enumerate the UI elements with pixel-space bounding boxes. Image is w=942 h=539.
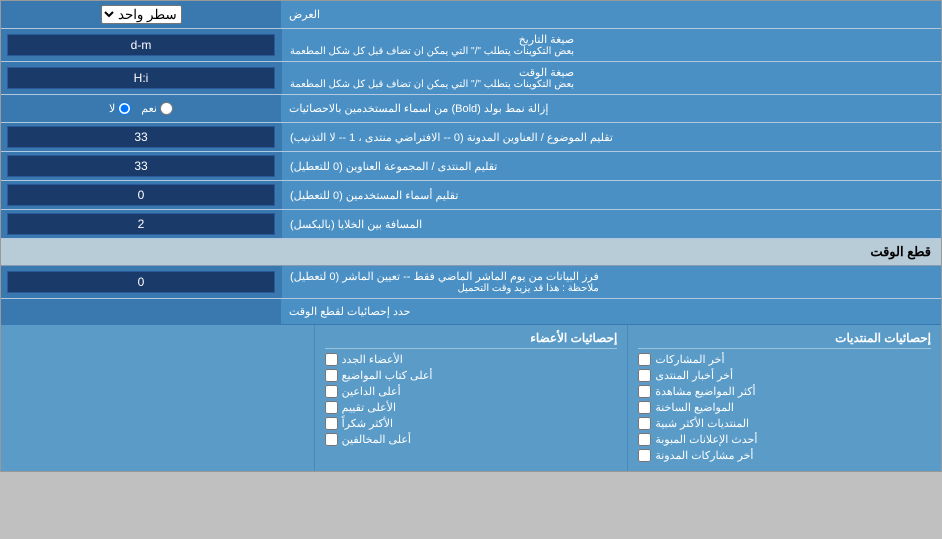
checkbox-last-posts[interactable] bbox=[638, 353, 651, 366]
col3-container bbox=[1, 325, 314, 471]
date-format-label: صيغة التاريخ بعض التكوينات يتطلب "/" الت… bbox=[281, 29, 941, 61]
topics-header-field[interactable] bbox=[7, 126, 275, 148]
topics-header-label: تقليم الموضوع / العناوين المدونة (0 -- ا… bbox=[281, 123, 941, 151]
checkbox-top-inviters[interactable] bbox=[325, 385, 338, 398]
list-item: المواضيع الساخنة bbox=[638, 401, 931, 414]
list-item: الأكثر شكراً bbox=[325, 417, 618, 430]
bold-no-radio[interactable] bbox=[118, 102, 131, 115]
list-item: أعلى كتاب المواضيع bbox=[325, 369, 618, 382]
topics-header-input-container bbox=[1, 123, 281, 151]
checkbox-new-members[interactable] bbox=[325, 353, 338, 366]
usernames-field[interactable] bbox=[7, 184, 275, 206]
stats-limit-label: حدد إحصائيات لقطع الوقت bbox=[281, 299, 941, 324]
bold-yes-label[interactable]: نعم bbox=[141, 102, 173, 115]
cutoff-section-header: قطع الوقت bbox=[1, 239, 941, 266]
list-item: أعلى الداعين bbox=[325, 385, 618, 398]
forum-header-label: تقليم المنتدى / المجموعة العناوين (0 للت… bbox=[281, 152, 941, 180]
time-format-input-container bbox=[1, 62, 281, 94]
forum-header-field[interactable] bbox=[7, 155, 275, 177]
cutoff-field[interactable] bbox=[7, 271, 275, 293]
list-item: أحدث الإعلانات المبوبة bbox=[638, 433, 931, 446]
bold-no-label[interactable]: لا bbox=[109, 102, 131, 115]
stats-columns-container bbox=[1, 299, 281, 324]
cutoff-input-container bbox=[1, 266, 281, 298]
bold-label: إزالة نمط بولد (Bold) من اسماء المستخدمي… bbox=[281, 95, 941, 122]
checkbox-most-thanked[interactable] bbox=[325, 417, 338, 430]
forum-header-input-container bbox=[1, 152, 281, 180]
checkbox-forum-news[interactable] bbox=[638, 369, 651, 382]
forum-stats-col: إحصائيات المنتديات أخر المشاركات أخر أخب… bbox=[627, 325, 941, 471]
checkbox-top-rated[interactable] bbox=[325, 401, 338, 414]
member-stats-col: إحصائيات الأعضاء الأعضاء الجدد أعلى كتاب… bbox=[314, 325, 628, 471]
col1-title: إحصائيات المنتديات bbox=[638, 331, 931, 349]
display-mode-input[interactable]: سطر واحد bbox=[1, 1, 281, 28]
list-item: المنتديات الأكثر شبية bbox=[638, 417, 931, 430]
usernames-input-container bbox=[1, 181, 281, 209]
checkbox-blog-posts[interactable] bbox=[638, 449, 651, 462]
gap-label: المسافة بين الخلايا (بالبكسل) bbox=[281, 210, 941, 238]
display-mode-label: العرض bbox=[281, 1, 941, 28]
time-format-field[interactable] bbox=[7, 67, 275, 89]
list-item: الأعضاء الجدد bbox=[325, 353, 618, 366]
list-item: أكثر المواضيع مشاهدة bbox=[638, 385, 931, 398]
bold-yes-radio[interactable] bbox=[160, 102, 173, 115]
checkbox-hot-topics[interactable] bbox=[638, 401, 651, 414]
date-format-field[interactable] bbox=[7, 34, 275, 56]
display-mode-select[interactable]: سطر واحد bbox=[101, 5, 182, 24]
cutoff-label: فرز البيانات من يوم الماشر الماضي فقط --… bbox=[281, 266, 941, 298]
list-item: أخر أخبار المنتدى bbox=[638, 369, 931, 382]
list-item: أعلى المخالفين bbox=[325, 433, 618, 446]
gap-input-container bbox=[1, 210, 281, 238]
gap-field[interactable] bbox=[7, 213, 275, 235]
usernames-label: تقليم أسماء المستخدمين (0 للتعطيل) bbox=[281, 181, 941, 209]
date-format-input-container bbox=[1, 29, 281, 61]
checkbox-latest-classifieds[interactable] bbox=[638, 433, 651, 446]
col2-title: إحصائيات الأعضاء bbox=[325, 331, 618, 349]
list-item: أخر مشاركات المدونة bbox=[638, 449, 931, 462]
list-item: أخر المشاركات bbox=[638, 353, 931, 366]
bold-radio-container: نعم لا bbox=[1, 95, 281, 122]
stats-checkboxes-section: إحصائيات المنتديات أخر المشاركات أخر أخب… bbox=[1, 325, 941, 471]
checkbox-popular-forums[interactable] bbox=[638, 417, 651, 430]
list-item: الأعلى تقييم bbox=[325, 401, 618, 414]
checkbox-top-posters[interactable] bbox=[325, 369, 338, 382]
time-format-label: صيغة الوقت بعض التكوينات يتطلب "/" التي … bbox=[281, 62, 941, 94]
checkbox-most-viewed[interactable] bbox=[638, 385, 651, 398]
checkbox-top-violators[interactable] bbox=[325, 433, 338, 446]
